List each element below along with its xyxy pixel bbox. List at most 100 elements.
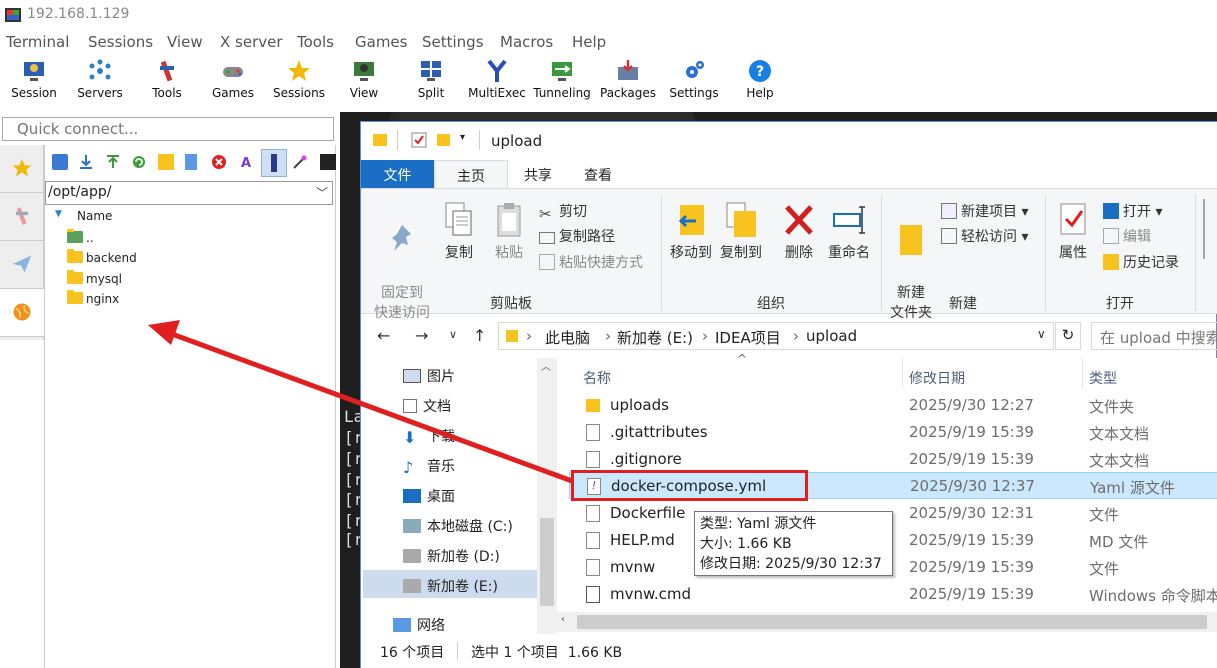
tools-button[interactable]: Tools (142, 54, 192, 110)
paste-shortcut-button[interactable]: 粘贴快捷方式 (539, 252, 643, 272)
edit-button[interactable]: 编辑 (1103, 226, 1151, 246)
quick-connect-input[interactable] (2, 117, 334, 141)
tab-home[interactable]: 主页 (434, 160, 508, 188)
download-icon[interactable] (78, 154, 94, 170)
permissions-button[interactable] (261, 149, 287, 177)
tree-item-nginx[interactable]: nginx (67, 290, 119, 310)
side-tab-tools[interactable] (0, 193, 44, 241)
tree-item-mysql[interactable]: mysql (67, 270, 122, 290)
settings-button[interactable]: Settings (668, 54, 720, 110)
cut-button[interactable]: ✂ 剪切 (539, 201, 587, 223)
properties-button[interactable]: 属性 (1051, 201, 1095, 263)
refresh-icon[interactable] (131, 154, 147, 170)
new-item-button[interactable]: 新建项目 ▾ (941, 201, 1028, 221)
move-to-button[interactable]: 移动到 (667, 201, 715, 263)
tab-share[interactable]: 共享 (508, 160, 568, 188)
copy-button[interactable]: 复制 (437, 201, 481, 263)
select-group-icon[interactable] (1203, 199, 1217, 259)
file-row[interactable]: mvnw.cmd 2025/9/19 15:39 Windows 命令脚本 (569, 581, 1217, 608)
breadcrumb-this-pc[interactable]: 此电脑 (545, 327, 590, 348)
file-row[interactable]: .gitignore 2025/9/19 15:39 文本文档 (569, 446, 1217, 473)
recent-chevron-icon[interactable]: ∨ (449, 328, 457, 341)
upload-icon[interactable] (105, 154, 121, 170)
history-button[interactable]: 历史记录 (1103, 252, 1179, 272)
terminal-icon[interactable] (320, 154, 336, 170)
easy-access-button[interactable]: 轻松访问 ▾ (941, 226, 1028, 246)
forward-arrow-icon[interactable]: → (415, 326, 428, 345)
packages-button[interactable]: Packages (600, 54, 656, 110)
open-button[interactable]: 打开 ▾ (1103, 201, 1162, 221)
file-row[interactable]: .gitattributes 2025/9/19 15:39 文本文档 (569, 419, 1217, 446)
column-header-type[interactable]: 类型 (1089, 368, 1117, 388)
multiexec-button[interactable]: MultiExec (468, 54, 526, 110)
menu-tools[interactable]: Tools (297, 33, 334, 51)
nav-item-desktop[interactable]: 桌面 (403, 486, 455, 510)
side-tab-macros[interactable] (0, 241, 44, 289)
name-column-header[interactable]: Name (77, 209, 112, 223)
side-tab-sftp[interactable] (0, 289, 44, 337)
column-header-name[interactable]: 名称 (583, 368, 611, 388)
menu-view[interactable]: View (167, 33, 203, 51)
session-button[interactable]: Session (8, 54, 60, 110)
menu-settings[interactable]: Settings (422, 33, 484, 51)
customize-toolbar-icon[interactable]: ▾ (460, 132, 465, 143)
nav-item-drive-c[interactable]: 本地磁盘 (C:) (403, 516, 513, 540)
paste-button[interactable]: 粘贴 (487, 201, 531, 263)
file-row[interactable]: uploads 2025/9/30 12:27 文件夹 (569, 392, 1217, 419)
tab-file[interactable]: 文件 (361, 160, 434, 188)
breadcrumb-idea[interactable]: IDEA项目 (715, 327, 781, 348)
nav-item-downloads[interactable]: ⬇ 下载 (403, 426, 455, 450)
properties-check-icon[interactable] (411, 132, 427, 148)
new-folder-icon[interactable] (158, 154, 174, 170)
menu-games[interactable]: Games (355, 33, 407, 51)
nav-item-music[interactable]: ♪ 音乐 (403, 456, 455, 480)
nav-scrollbar[interactable]: ︿ (537, 358, 557, 634)
menu-macros[interactable]: Macros (500, 33, 553, 51)
copy-path-button[interactable]: 复制路径 (539, 226, 615, 246)
view-button[interactable]: View (340, 54, 388, 110)
scroll-thumb[interactable] (577, 615, 1207, 629)
tree-item-backend[interactable]: backend (67, 249, 137, 269)
file-row[interactable]: mvnw 2025/9/19 15:39 文件 (569, 554, 1217, 581)
magic-wand-icon[interactable] (292, 154, 308, 170)
back-arrow-icon[interactable]: ← (377, 326, 390, 345)
games-button[interactable]: Games (208, 54, 258, 110)
servers-button[interactable]: Servers (72, 54, 128, 110)
copy-to-button[interactable]: 复制到 (717, 201, 765, 263)
split-button[interactable]: Split (408, 54, 454, 110)
nav-item-drive-d[interactable]: 新加卷 (D:) (403, 546, 500, 570)
rename-button[interactable]: 重命名 (823, 201, 875, 263)
chevron-down-icon[interactable]: ﹀ (316, 184, 328, 201)
nav-item-documents[interactable]: 文档 (403, 396, 451, 420)
scroll-thumb[interactable] (540, 518, 554, 606)
scroll-left-icon[interactable]: ‹ (561, 614, 565, 625)
tree-item-parent[interactable]: .. (67, 229, 94, 249)
delete-icon[interactable] (211, 154, 227, 170)
file-row[interactable]: Dockerfile 2025/9/30 12:31 文件 (569, 500, 1217, 527)
refresh-button[interactable]: ↻ (1055, 322, 1081, 350)
column-header-date[interactable]: 修改日期 (909, 368, 965, 388)
breadcrumb-upload[interactable]: upload (806, 327, 857, 345)
tab-view[interactable]: 查看 (568, 160, 628, 188)
file-row[interactable]: HELP.md 2025/9/19 15:39 MD 文件 (569, 527, 1217, 554)
chevron-down-icon[interactable]: ∨ (1037, 327, 1046, 341)
up-arrow-icon[interactable]: ↑ (473, 326, 486, 345)
tunneling-button[interactable]: Tunneling (532, 54, 592, 110)
menu-xserver[interactable]: X server (220, 33, 283, 51)
help-button[interactable]: ? Help (740, 54, 780, 110)
delete-button[interactable]: 删除 (779, 201, 819, 263)
search-input[interactable]: 在 upload 中搜索 (1091, 322, 1217, 350)
scroll-up-icon[interactable]: ︿ (541, 358, 551, 373)
address-bar[interactable]: › 此电脑 › 新加卷 (E:) › IDEA项目 › upload ∨ (498, 322, 1054, 350)
nav-item-pictures[interactable]: 图片 (403, 366, 455, 390)
rename-icon[interactable]: A (238, 154, 254, 170)
side-tab-sessions[interactable] (0, 145, 44, 193)
menu-sessions[interactable]: Sessions (88, 33, 153, 51)
new-file-icon[interactable] (185, 154, 197, 170)
nav-item-drive-e[interactable]: 新加卷 (E:) (403, 576, 498, 600)
go-parent-folder-icon[interactable] (52, 154, 68, 170)
menu-help[interactable]: Help (572, 33, 606, 51)
menu-terminal[interactable]: Terminal (6, 33, 69, 51)
breadcrumb-volume-e[interactable]: 新加卷 (E:) (617, 327, 693, 348)
sessions-button[interactable]: Sessions (270, 54, 328, 110)
